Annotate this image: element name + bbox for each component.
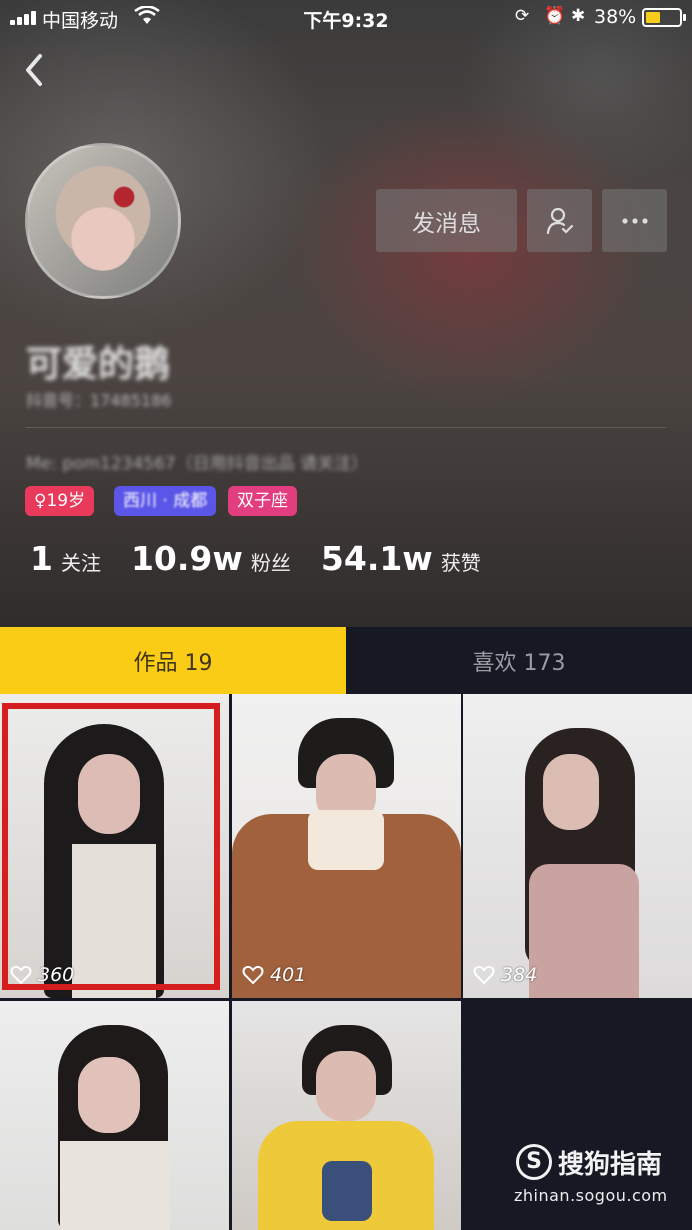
status-bar: 中国移动 下午9:32 ⟳ ⏰ ✱ 38%: [0, 0, 692, 36]
followers-label: 粉丝: [250, 551, 291, 575]
following-label: 关注: [60, 551, 101, 575]
likes-count: 54.1w: [320, 539, 433, 578]
alarm-icon: ⏰: [544, 6, 566, 26]
following-count: 1: [30, 539, 53, 578]
send-message-button[interactable]: 发消息: [376, 189, 517, 252]
watermark-url: zhinan.sogou.com: [514, 1186, 668, 1205]
profile-stats: 1 关注 10.9w 粉丝 54.1w 获赞: [30, 539, 511, 583]
user-check-icon: [546, 207, 573, 234]
sogou-logo-icon: S: [516, 1144, 552, 1180]
heart-icon: [473, 965, 495, 985]
tab-likes[interactable]: 喜欢 173: [346, 627, 692, 694]
bluetooth-icon: ✱: [571, 6, 586, 26]
more-dots-icon: [621, 217, 648, 224]
video-like-count: 384: [473, 964, 537, 986]
heart-icon: [242, 965, 264, 985]
likes-stat: 54.1w 获赞: [321, 539, 481, 578]
location-label: 西川 · 成都: [123, 491, 208, 511]
location-tag: 西川 · 成都: [114, 486, 217, 516]
profile-header: 中国移动 下午9:32 ⟳ ⏰ ✱ 38% 发消息 可爱的鹅 抖音号：17485…: [0, 0, 692, 627]
watermark-brand: 搜狗指南: [558, 1150, 663, 1180]
highlight-box: [2, 703, 220, 990]
back-arrow-icon[interactable]: [16, 50, 56, 90]
more-options-button[interactable]: [602, 189, 667, 252]
zodiac-tag: 双子座: [228, 486, 297, 516]
age-label: 19岁: [46, 491, 86, 511]
likes-label: 获赞: [440, 551, 481, 575]
video-thumbnail[interactable]: [0, 1001, 229, 1230]
profile-tabs: 作品 19 喜欢 173: [0, 627, 692, 694]
like-count-text: 401: [270, 964, 307, 986]
followers-stat[interactable]: 10.9w 粉丝: [131, 539, 291, 578]
rotation-lock-icon: ⟳: [515, 6, 530, 26]
video-like-count: 401: [242, 964, 306, 986]
video-thumbnail[interactable]: [232, 1001, 461, 1230]
nickname: 可爱的鹅: [26, 344, 171, 385]
avatar[interactable]: [25, 143, 181, 299]
following-stat[interactable]: 1 关注: [30, 539, 101, 578]
video-thumbnail[interactable]: 401: [232, 694, 461, 998]
like-count-text: 384: [501, 964, 538, 986]
divider: [26, 427, 666, 428]
follow-status-button[interactable]: [527, 189, 592, 252]
sogou-watermark: S 搜狗指南 zhinan.sogou.com: [514, 1140, 684, 1210]
age-tag: ♀19岁: [25, 486, 95, 516]
zodiac-label: 双子座: [237, 491, 288, 511]
bio-text: Me: pom1234567（日用抖音出品 请关注）: [26, 454, 369, 474]
battery-percent: 38%: [594, 6, 637, 28]
douyin-id: 抖音号：17485186: [26, 391, 172, 410]
battery-icon: [642, 8, 686, 27]
female-icon: ♀: [34, 491, 47, 511]
clock-time: 下午9:32: [303, 10, 389, 32]
video-thumbnail[interactable]: 384: [463, 694, 692, 998]
tab-works[interactable]: 作品 19: [0, 627, 346, 694]
followers-count: 10.9w: [130, 539, 243, 578]
